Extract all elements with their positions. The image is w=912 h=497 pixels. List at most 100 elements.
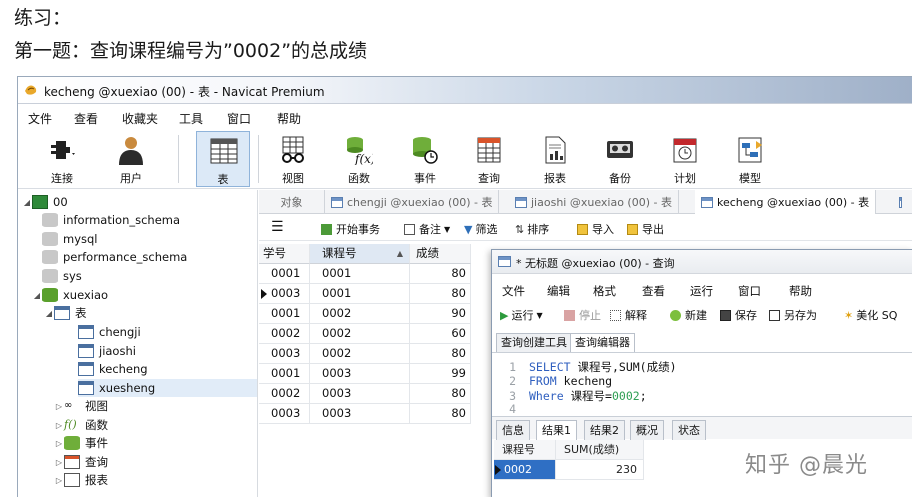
tab-overflow[interactable] [893, 190, 912, 214]
stop-button[interactable]: 停止 [564, 307, 601, 323]
run-button[interactable]: ▶ 运行 ▼ [500, 307, 543, 323]
tree-table-jiaoshi[interactable]: jiaoshi [78, 342, 136, 360]
tree-table-chengji[interactable]: chengji [78, 323, 141, 341]
collapse-arrow-icon[interactable]: ▷ [54, 421, 64, 430]
qmenu-format[interactable]: 格式 [593, 283, 616, 299]
cell-course-id[interactable]: 0002 [310, 304, 410, 324]
qmenu-view[interactable]: 查看 [642, 283, 665, 299]
qmenu-run[interactable]: 运行 [690, 283, 713, 299]
tab-chengji[interactable]: chengji @xuexiao (00) - 表 [325, 190, 500, 214]
column-header-score[interactable]: 成绩 [410, 244, 471, 264]
begin-transaction-button[interactable]: 开始事务 [321, 221, 380, 237]
expand-arrow-icon[interactable]: ◢ [32, 291, 42, 300]
cell-course-id[interactable]: 0002 [310, 344, 410, 364]
save-button[interactable]: 保存 [720, 307, 757, 323]
cell-student-id[interactable]: 0003 [259, 344, 310, 364]
collapse-arrow-icon[interactable]: ▷ [54, 402, 64, 411]
tree-db-mysql[interactable]: mysql [42, 230, 98, 248]
menu-window[interactable]: 窗口 [227, 110, 251, 127]
column-header-course-id[interactable]: 课程号 ▲ [310, 244, 410, 264]
tab-kecheng[interactable]: kecheng @xuexiao (00) - 表 [695, 190, 877, 214]
tab-result-2[interactable]: 结果2 [584, 420, 625, 440]
cell-score[interactable]: 60 [410, 324, 471, 344]
tree-connection-00[interactable]: ◢ 00 [22, 193, 68, 211]
cell-score[interactable]: 90 [410, 304, 471, 324]
menu-file[interactable]: 文件 [28, 110, 52, 127]
tree-folder-tables[interactable]: ◢ 表 [44, 304, 87, 322]
menu-help[interactable]: 帮助 [277, 110, 301, 127]
sql-editor[interactable]: 1 SELECT 课程号,SUM(成绩) 2 FROM kecheng 3 Where… [492, 352, 912, 416]
note-button[interactable]: 备注 ▼ [404, 221, 450, 237]
result-column-course-id[interactable]: 课程号 [494, 440, 556, 460]
report-button[interactable]: 报表 [528, 131, 582, 187]
cell-student-id[interactable]: 0002 [259, 384, 310, 404]
menu-favorites[interactable]: 收藏夹 [122, 110, 158, 127]
tab-result-1[interactable]: 结果1 [536, 420, 577, 440]
backup-button[interactable]: 备份 [593, 131, 647, 187]
qmenu-edit[interactable]: 编辑 [547, 283, 570, 299]
save-as-button[interactable]: 另存为 [769, 307, 817, 323]
table-row[interactable]: 0002 0002 60 [259, 324, 471, 344]
tab-jiaoshi[interactable]: jiaoshi @xuexiao (00) - 表 [509, 190, 679, 214]
collapse-arrow-icon[interactable]: ▷ [54, 476, 64, 485]
new-query-button[interactable]: 新建 [670, 307, 707, 323]
table-row[interactable]: 0001 0001 80 [259, 264, 471, 284]
menu-tools[interactable]: 工具 [179, 110, 203, 127]
cell-student-id[interactable]: 0003 [259, 284, 310, 304]
cell-score[interactable]: 80 [410, 404, 471, 424]
tree-folder-views[interactable]: ▷ ∞ 视图 [54, 397, 108, 415]
cell-score[interactable]: 99 [410, 364, 471, 384]
table-row[interactable]: 0001 0002 90 [259, 304, 471, 324]
tab-objects[interactable]: 对象 [259, 190, 325, 214]
import-button[interactable]: 导入 [577, 221, 614, 237]
result-cell-sum-score[interactable]: 230 [556, 460, 644, 480]
table-button[interactable]: 表 [196, 131, 250, 187]
cell-score[interactable]: 80 [410, 264, 471, 284]
cell-score[interactable]: 80 [410, 384, 471, 404]
expand-arrow-icon[interactable]: ◢ [22, 198, 32, 207]
menu-view[interactable]: 查看 [74, 110, 98, 127]
cell-course-id[interactable]: 0003 [310, 404, 410, 424]
tree-folder-functions[interactable]: ▷ f() 函数 [54, 416, 108, 434]
cell-student-id[interactable]: 0001 [259, 364, 310, 384]
tree-db-xuexiao[interactable]: ◢ xuexiao [32, 286, 108, 304]
tree-table-xuesheng[interactable]: xuesheng [78, 379, 257, 397]
model-button[interactable]: 模型 [723, 131, 777, 187]
function-button[interactable]: f(x) 函数 [332, 131, 386, 187]
tab-info[interactable]: 信息 [496, 420, 530, 440]
table-row[interactable]: 0003 0001 80 [259, 284, 471, 304]
cell-course-id[interactable]: 0001 [310, 264, 410, 284]
cell-student-id[interactable]: 0001 [259, 304, 310, 324]
tab-status[interactable]: 状态 [672, 420, 706, 440]
cell-student-id[interactable]: 0002 [259, 324, 310, 344]
explain-button[interactable]: 解释 [610, 307, 647, 323]
table-row[interactable]: 0002 0003 80 [259, 384, 471, 404]
collapse-arrow-icon[interactable]: ▷ [54, 439, 64, 448]
tree-db-performance-schema[interactable]: performance_schema [42, 248, 187, 266]
qmenu-file[interactable]: 文件 [502, 283, 525, 299]
tree-folder-reports[interactable]: ▷ 报表 [54, 471, 108, 489]
qmenu-help[interactable]: 帮助 [789, 283, 812, 299]
export-button[interactable]: 导出 [627, 221, 664, 237]
cell-student-id[interactable]: 0001 [259, 264, 310, 284]
result-column-sum-score[interactable]: SUM(成绩) [556, 440, 644, 460]
beautify-sql-button[interactable]: ✶ 美化 SQ [844, 307, 897, 323]
cell-student-id[interactable]: 0003 [259, 404, 310, 424]
collapse-arrow-icon[interactable]: ▷ [54, 458, 64, 467]
result-cell-course-id[interactable]: 0002 [494, 460, 556, 480]
cell-course-id[interactable]: 0003 [310, 384, 410, 404]
cell-course-id[interactable]: 0003 [310, 364, 410, 384]
tree-db-information-schema[interactable]: information_schema [42, 211, 180, 229]
cell-score[interactable]: 80 [410, 344, 471, 364]
filter-button[interactable]: ▼ 筛选 [464, 221, 497, 237]
tree-folder-queries[interactable]: ▷ 查询 [54, 453, 108, 471]
tab-profile[interactable]: 概况 [630, 420, 664, 440]
qmenu-window[interactable]: 窗口 [738, 283, 761, 299]
cell-score[interactable]: 80 [410, 284, 471, 304]
event-button[interactable]: 事件 [398, 131, 452, 187]
expand-arrow-icon[interactable]: ◢ [44, 309, 54, 318]
view-button[interactable]: 视图 [266, 131, 320, 187]
cell-course-id[interactable]: 0001 [310, 284, 410, 304]
connect-button[interactable]: 连接 [35, 131, 89, 187]
sort-button[interactable]: ⇅ 排序 [515, 221, 549, 237]
